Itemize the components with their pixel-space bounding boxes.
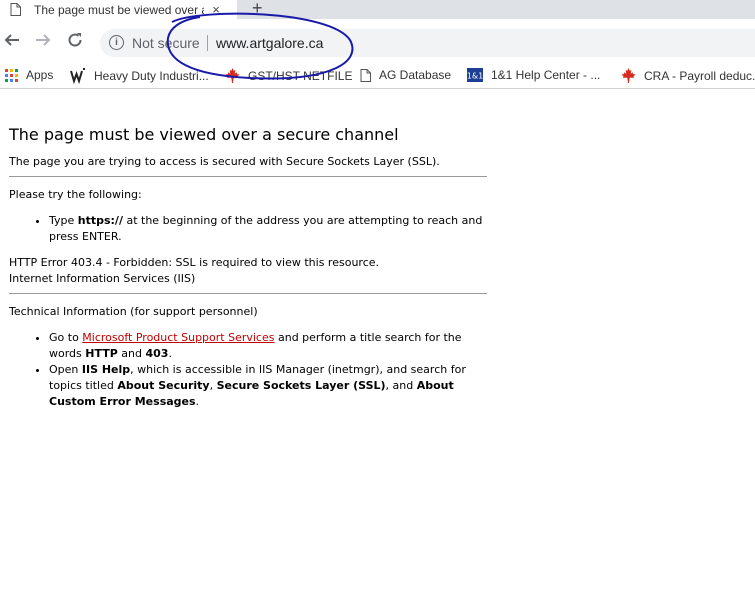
- forward-button[interactable]: [35, 32, 51, 51]
- browser-toolbar: i Not secure www.artgalore.ca: [0, 19, 755, 65]
- info-icon[interactable]: i: [109, 35, 124, 50]
- address-bar[interactable]: i Not secure www.artgalore.ca: [100, 29, 755, 57]
- bookmark-label: Heavy Duty Industri...: [94, 69, 209, 83]
- browser-tab[interactable]: The page must be viewed over a secure ch…: [0, 0, 237, 19]
- intro-text: The page you are trying to access is sec…: [9, 155, 440, 168]
- bookmark-label: CRA - Payroll deduc...: [644, 68, 755, 83]
- bookmark-label: AG Database: [379, 68, 452, 82]
- server-line: Internet Information Services (IIS): [9, 272, 196, 285]
- svg-text:1&1: 1&1: [467, 72, 483, 81]
- bookmark-label: Apps: [26, 68, 54, 82]
- error-line: HTTP Error 403.4 - Forbidden: SSL is req…: [9, 256, 380, 269]
- bookmark-ag-database[interactable]: AG Database: [360, 68, 451, 82]
- close-tab-icon[interactable]: ×: [209, 2, 223, 17]
- ms-support-link[interactable]: Microsoft Product Support Services: [82, 331, 274, 344]
- bookmark-gst-hst[interactable]: GST/HST NETFILE: [225, 68, 352, 83]
- list-item: Open IIS Help, which is accessible in II…: [49, 362, 487, 410]
- bookmarks-bar: Apps Heavy Duty Industri... GST/HST NETF…: [0, 65, 755, 89]
- tab-title: The page must be viewed over a secure ch…: [34, 2, 204, 17]
- new-tab-button[interactable]: +: [252, 0, 263, 19]
- tab-strip: The page must be viewed over a secure ch…: [0, 0, 755, 19]
- omnibox-divider: [207, 35, 208, 51]
- security-indicator[interactable]: Not secure: [132, 35, 200, 51]
- apps-grid-icon: [5, 68, 18, 82]
- error-page-content: The page must be viewed over a secure ch…: [9, 125, 487, 420]
- 1and1-logo-icon: 1&1: [467, 68, 483, 82]
- document-icon: [10, 3, 22, 17]
- divider: [9, 293, 487, 294]
- back-arrow-icon: [4, 34, 19, 46]
- forward-arrow-icon: [36, 34, 51, 46]
- bookmark-label: GST/HST NETFILE: [248, 68, 353, 83]
- bookmark-apps[interactable]: Apps: [5, 68, 53, 82]
- bookmark-cra-payroll[interactable]: CRA - Payroll deduc...: [621, 68, 755, 83]
- page-title: The page must be viewed over a secure ch…: [9, 125, 399, 144]
- url-text[interactable]: www.artgalore.ca: [216, 35, 323, 51]
- list-item: Go to Microsoft Product Support Services…: [49, 330, 487, 362]
- divider: [9, 176, 487, 177]
- tech-label: Technical Information (for support perso…: [9, 305, 258, 318]
- back-button[interactable]: [4, 32, 20, 51]
- gw-logo-icon: [70, 68, 86, 84]
- reload-icon: [68, 33, 82, 47]
- reload-button[interactable]: [67, 32, 83, 51]
- bookmark-1and1-help[interactable]: 1&1 1&1 Help Center - ...: [467, 68, 600, 82]
- bookmark-label: 1&1 Help Center - ...: [491, 68, 601, 82]
- maple-leaf-icon: [225, 68, 240, 83]
- tech-list: Go to Microsoft Product Support Services…: [9, 330, 487, 410]
- document-icon: [360, 68, 371, 82]
- try-label: Please try the following:: [9, 188, 142, 201]
- try-list: Type https:// at the beginning of the ad…: [9, 213, 487, 245]
- maple-leaf-icon: [621, 68, 636, 83]
- bookmark-heavy-duty[interactable]: Heavy Duty Industri...: [70, 68, 209, 84]
- list-item: Type https:// at the beginning of the ad…: [49, 213, 487, 245]
